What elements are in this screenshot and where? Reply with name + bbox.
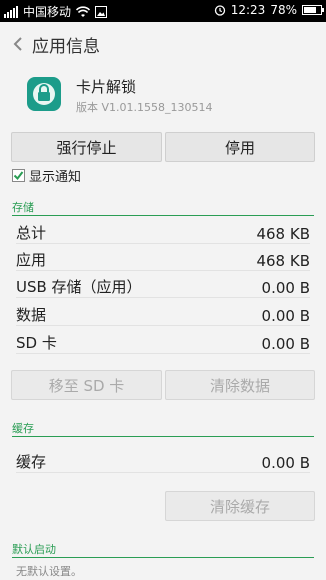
signal-icon	[4, 5, 18, 18]
clock: 12:23	[230, 3, 266, 17]
storage-app-value: 468 KB	[256, 252, 310, 270]
show-notification-checkbox[interactable]	[12, 169, 25, 182]
storage-section-header: 存储	[12, 199, 314, 216]
cache-value: 0.00 B	[261, 454, 310, 472]
app-bar: 应用信息	[0, 22, 326, 66]
storage-row-app: 应用 468 KB	[16, 248, 310, 274]
app-summary: 卡片解锁 版本 V1.01.1558_130514	[26, 72, 316, 120]
battery-icon	[302, 5, 324, 15]
storage-sdcard-value: 0.00 B	[261, 335, 310, 353]
alarm-icon	[214, 5, 225, 16]
storage-usb-value: 0.00 B	[261, 279, 310, 297]
storage-row-total: 总计 468 KB	[16, 221, 310, 247]
storage-usb-label: USB 存储（应用）	[16, 278, 142, 296]
storage-row-data: 数据 0.00 B	[16, 303, 310, 329]
lock-icon	[27, 77, 61, 111]
wifi-icon	[76, 5, 91, 17]
storage-sdcard-label: SD 卡	[16, 334, 57, 352]
storage-data-value: 0.00 B	[261, 307, 310, 325]
force-stop-button[interactable]: 强行停止	[11, 132, 162, 162]
show-notification-row[interactable]: 显示通知	[12, 166, 81, 185]
cache-section-header: 缓存	[12, 420, 314, 437]
cache-label: 缓存	[16, 453, 47, 471]
status-left: 中国移动	[4, 3, 108, 20]
status-right: 12:23 78%	[214, 3, 324, 17]
show-notification-label: 显示通知	[29, 170, 82, 185]
back-icon[interactable]	[6, 32, 30, 56]
status-bar: 中国移动 12:23 78%	[0, 0, 326, 22]
storage-total-label: 总计	[16, 224, 47, 242]
storage-row-usb: USB 存储（应用） 0.00 B	[16, 275, 310, 301]
image-notification-icon	[95, 5, 108, 18]
app-name: 卡片解锁	[76, 78, 137, 96]
storage-data-label: 数据	[16, 306, 47, 324]
no-defaults-text: 无默认设置。	[16, 565, 82, 578]
carrier-name: 中国移动	[23, 5, 72, 19]
launch-default-section-header: 默认启动	[12, 541, 314, 558]
page-title: 应用信息	[32, 36, 100, 57]
clear-cache-button[interactable]: 清除缓存	[165, 491, 315, 521]
clear-data-button[interactable]: 清除数据	[165, 370, 315, 400]
app-version: 版本 V1.01.1558_130514	[76, 101, 213, 114]
cache-row: 缓存 0.00 B	[16, 450, 310, 476]
storage-app-label: 应用	[16, 251, 47, 269]
storage-total-value: 468 KB	[256, 225, 310, 243]
move-to-sd-button[interactable]: 移至 SD 卡	[11, 370, 162, 400]
battery-percent: 78%	[270, 3, 297, 17]
checkmark-icon	[13, 171, 24, 181]
disable-button[interactable]: 停用	[165, 132, 315, 162]
storage-row-sdcard: SD 卡 0.00 B	[16, 331, 310, 357]
